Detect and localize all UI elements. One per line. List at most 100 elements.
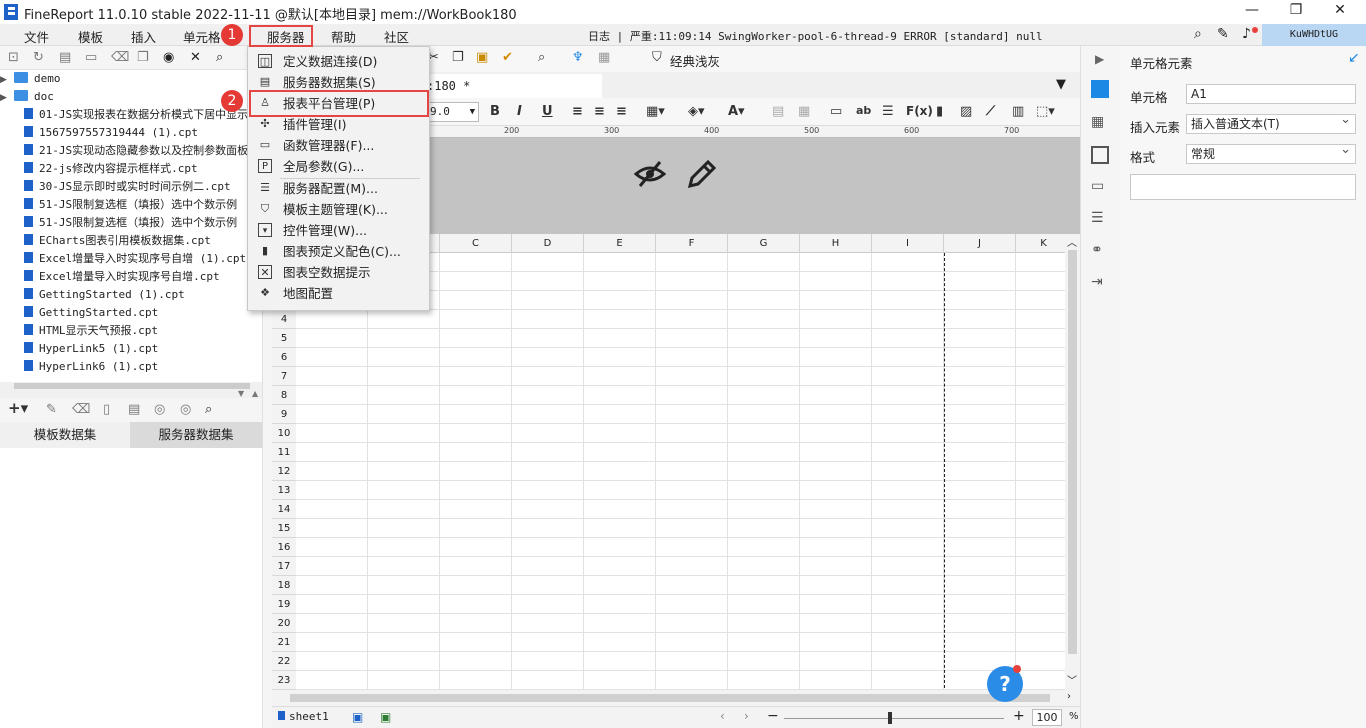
row-header[interactable]: 13	[272, 481, 296, 500]
delete-icon[interactable]: ⌫	[111, 50, 129, 65]
database-icon[interactable]: ◎	[154, 402, 165, 417]
row-header[interactable]: 6	[272, 348, 296, 367]
font-size-select[interactable]: 9.0 ▼	[427, 102, 479, 122]
delete-dataset-icon[interactable]: ⌫	[72, 402, 90, 417]
format-select[interactable]: 常规	[1186, 141, 1356, 164]
menu-item-plugin-management[interactable]: ✣ 插件管理(I)	[248, 114, 429, 135]
align-right-icon[interactable]: ≡	[616, 104, 627, 119]
copy-icon[interactable]: ❐	[452, 50, 464, 65]
user-account[interactable]: KuWHDtUG	[1262, 24, 1366, 46]
collapse-right-icon[interactable]: ▶	[1095, 52, 1104, 66]
tree-file[interactable]: 51-JS限制复选框（填报）选中个数示例	[0, 196, 260, 214]
row-header[interactable]: 23	[272, 671, 296, 690]
widget-settings-icon[interactable]: ▭	[1091, 178, 1109, 196]
scroll-thumb[interactable]	[290, 694, 1050, 702]
tree-folder-demo[interactable]: ▶ demo	[0, 70, 260, 88]
row-header[interactable]: 7	[272, 367, 296, 386]
tree-file[interactable]: Excel增量导入时实现序号自增 (1).cpt	[0, 250, 260, 268]
tab-list-icon[interactable]: ▼	[1056, 77, 1066, 92]
menu-cell[interactable]: 单元格	[183, 27, 221, 46]
menu-help[interactable]: 帮助	[331, 27, 356, 46]
unmerge-cells-icon[interactable]: ▦	[798, 104, 810, 119]
collapse-icon[interactable]: ✕	[190, 50, 201, 65]
tree-file[interactable]: ECharts图表引用模板数据集.cpt	[0, 232, 260, 250]
expand-panel-icon[interactable]: ↙	[1348, 50, 1360, 66]
edit-pencil-icon[interactable]	[686, 158, 716, 190]
cell-attribute-icon[interactable]: ▦	[1091, 114, 1109, 132]
log-status[interactable]: 日志 | 严重:11:09:14 SwingWorker-pool-6-thre…	[588, 28, 1043, 44]
tree-file[interactable]: 51-JS限制复选框（填报）选中个数示例	[0, 214, 260, 232]
tree-file[interactable]: GettingStarted.cpt	[0, 304, 260, 322]
cell-address-input[interactable]: A1	[1186, 84, 1356, 104]
cell-border-icon[interactable]: ⬚▾	[1036, 104, 1055, 119]
preview-icon[interactable]: ⌕	[538, 50, 545, 65]
slash-icon[interactable]: ⟋	[986, 104, 995, 119]
search-icon[interactable]: ⌕	[1194, 26, 1202, 42]
split-up-icon[interactable]: ▲	[252, 389, 258, 398]
bold-icon[interactable]: B	[490, 104, 500, 119]
edit-notes-icon[interactable]: ✎	[1217, 26, 1229, 42]
database-cache-icon[interactable]: ◎	[180, 402, 191, 417]
dataset-params-icon[interactable]: ▤	[128, 402, 140, 417]
theme-shirt-icon[interactable]: ⛉	[652, 50, 662, 65]
tree-file[interactable]: GettingStarted (1).cpt	[0, 286, 260, 304]
row-header[interactable]: 5	[272, 329, 296, 348]
zoom-in-button[interactable]: +	[1013, 708, 1025, 724]
text-field-icon[interactable]: ▭	[830, 104, 842, 119]
row-header[interactable]: 20	[272, 614, 296, 633]
edit-dataset-icon[interactable]: ✎	[46, 402, 57, 417]
column-header-g[interactable]: G	[728, 234, 800, 253]
column-header-k[interactable]: K	[1016, 234, 1072, 253]
tree-file[interactable]: HyperLink5 (1).cpt	[0, 340, 260, 358]
preview-dataset-icon[interactable]: ▯	[103, 402, 110, 417]
row-header[interactable]: 9	[272, 405, 296, 424]
row-header[interactable]: 16	[272, 538, 296, 557]
file-info-icon[interactable]: ▤	[59, 50, 71, 65]
add-form-sheet-icon[interactable]: ▣	[380, 710, 391, 724]
row-header[interactable]: 14	[272, 500, 296, 519]
locate-icon[interactable]: ◉	[163, 50, 174, 65]
prev-sheet-icon[interactable]: ‹	[720, 709, 725, 723]
column-header-d[interactable]: D	[512, 234, 584, 253]
tree-file[interactable]: 22-js修改内容提示框样式.cpt	[0, 160, 260, 178]
row-header[interactable]: 19	[272, 595, 296, 614]
tree-horizontal-scrollbar[interactable]	[0, 382, 262, 390]
bell-icon[interactable]: ♪	[1242, 26, 1251, 42]
menu-item-function-manager[interactable]: ▭ 函数管理器(F)...	[248, 135, 429, 156]
zoom-slider-thumb[interactable]	[888, 712, 892, 724]
formula-icon[interactable]: F(x)	[906, 104, 933, 118]
border-icon[interactable]: ▦▾	[646, 104, 665, 119]
tree-file[interactable]: 1567597557319444 (1).cpt	[0, 124, 260, 142]
cell-element-icon[interactable]	[1091, 80, 1109, 98]
split-down-icon[interactable]: ▼	[238, 389, 244, 398]
tree-search-icon[interactable]: ⌕	[216, 50, 223, 65]
hyperlink-icon[interactable]: ⚭	[1091, 242, 1109, 260]
insert-element-select[interactable]: 插入普通文本(T)	[1186, 111, 1356, 134]
rename-icon[interactable]: ▭	[85, 50, 97, 65]
row-header[interactable]: 10	[272, 424, 296, 443]
row-header[interactable]: 17	[272, 557, 296, 576]
grid-vertical-scrollbar[interactable]: ︿ ﹀	[1065, 234, 1080, 690]
column-header-i[interactable]: I	[872, 234, 944, 253]
tree-file[interactable]: 30-JS显示即时或实时时间示例二.cpt	[0, 178, 260, 196]
font-color-icon[interactable]: A▾	[728, 104, 745, 119]
float-element-icon[interactable]	[1091, 146, 1109, 164]
plug-icon[interactable]: ♆	[572, 50, 584, 65]
align-left-icon[interactable]: ≡	[572, 104, 583, 119]
menu-insert[interactable]: 插入	[131, 27, 156, 46]
scroll-up-icon[interactable]: ︿	[1067, 234, 1077, 249]
expand-arrow-icon[interactable]: ▶	[0, 71, 14, 89]
dataset-search-icon[interactable]: ⌕	[205, 402, 212, 417]
refresh-icon[interactable]: ↻	[33, 50, 44, 65]
align-center-icon[interactable]: ≡	[594, 104, 605, 119]
add-dataset-icon[interactable]: +▾	[8, 399, 28, 417]
row-header[interactable]: 12	[272, 462, 296, 481]
row-header[interactable]: 18	[272, 576, 296, 595]
scroll-down-icon[interactable]: ﹀	[1067, 672, 1077, 687]
column-header-e[interactable]: E	[584, 234, 656, 253]
menu-template[interactable]: 模板	[78, 27, 103, 46]
tree-file[interactable]: 21-JS实现动态隐藏参数以及控制参数面板	[0, 142, 260, 160]
zoom-out-button[interactable]: −	[767, 708, 779, 724]
scroll-right-icon[interactable]: ›	[1067, 691, 1071, 702]
row-header[interactable]: 8	[272, 386, 296, 405]
